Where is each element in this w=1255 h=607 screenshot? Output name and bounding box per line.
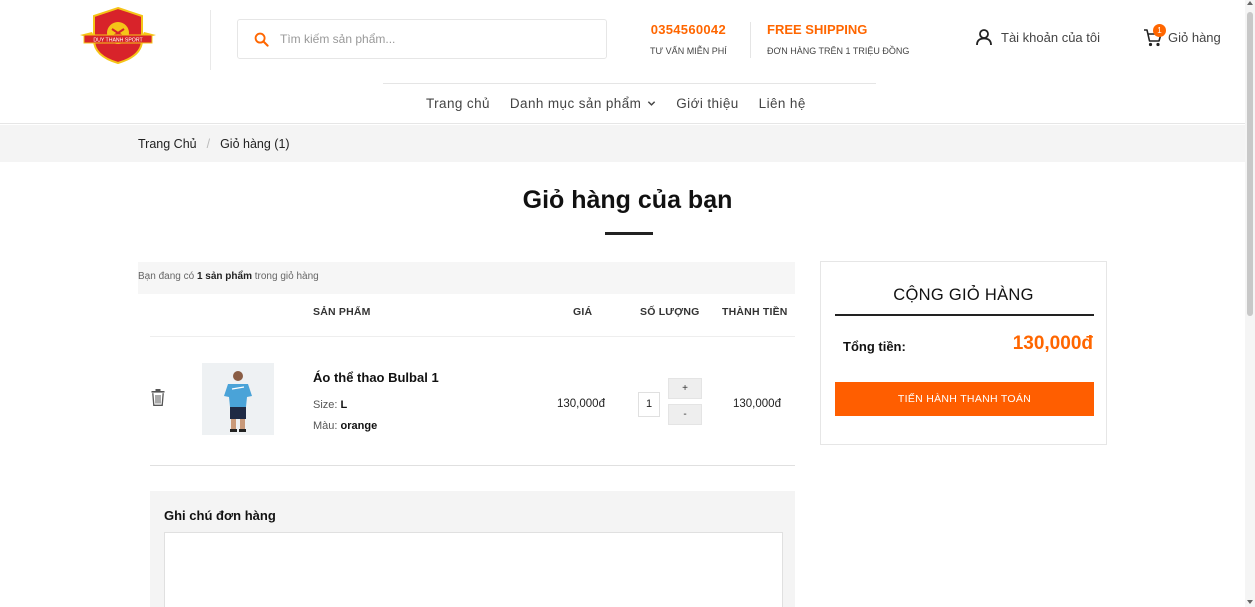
cart-label: Giỏ hàng bbox=[1168, 29, 1221, 45]
order-note-label: Ghi chú đơn hàng bbox=[164, 508, 276, 523]
breadcrumb: Trang Chủ / Giỏ hàng (1) bbox=[138, 137, 290, 151]
product-name[interactable]: Áo thể thao Bulbal 1 bbox=[313, 370, 439, 385]
product-size-value: L bbox=[340, 399, 348, 411]
summary-divider bbox=[835, 314, 1094, 316]
nav-item-label: Trang chủ bbox=[426, 96, 490, 111]
hotline: 0354560042 TƯ VẤN MIỄN PHÍ bbox=[650, 22, 727, 56]
hotline-caption: TƯ VẤN MIỄN PHÍ bbox=[650, 46, 727, 56]
column-header-price: GIÁ bbox=[573, 306, 593, 318]
svg-text:DUY THANH SPORT: DUY THANH SPORT bbox=[93, 38, 143, 44]
checkout-button[interactable]: TIẾN HÀNH THANH TOÁN bbox=[835, 382, 1094, 416]
product-price: 130,000đ bbox=[557, 398, 605, 410]
product-color: Màu: orange bbox=[313, 420, 377, 432]
site-header: DUY THANH SPORT 0354560042 TƯ VẤN MIỄN P… bbox=[0, 0, 1245, 124]
cart-count-info: Bạn đang có 1 sản phẩm trong giỏ hàng bbox=[138, 262, 795, 294]
cart-count-badge: 1 bbox=[1153, 24, 1166, 37]
order-note-textarea[interactable] bbox=[164, 532, 783, 607]
scrollbar-thumb[interactable] bbox=[1247, 12, 1253, 316]
trash-icon[interactable] bbox=[151, 389, 165, 406]
search-icon[interactable] bbox=[254, 32, 269, 47]
search-box[interactable] bbox=[237, 19, 607, 59]
free-shipping: FREE SHIPPING ĐƠN HÀNG TRÊN 1 TRIỆU ĐỒNG bbox=[767, 22, 909, 56]
quantity-decrease-button[interactable]: - bbox=[668, 404, 702, 425]
cart-info-count: 1 sản phẩm bbox=[196, 271, 252, 282]
breadcrumb-home[interactable]: Trang Chủ bbox=[138, 137, 197, 151]
nav-item-about[interactable]: Giới thiệu bbox=[676, 96, 738, 111]
scroll-up-arrow-icon[interactable] bbox=[1247, 1, 1253, 5]
site-logo[interactable]: DUY THANH SPORT bbox=[78, 6, 158, 65]
nav-item-home[interactable]: Trang chủ bbox=[426, 96, 490, 111]
nav-item-label: Danh mục sản phẩm bbox=[509, 96, 642, 111]
shipping-caption: ĐƠN HÀNG TRÊN 1 TRIỆU ĐỒNG bbox=[767, 46, 910, 56]
cart-summary: CỘNG GIỎ HÀNG Tổng tiền: 130,000đ TIẾN H… bbox=[820, 261, 1107, 445]
total-value: 130,000đ bbox=[1012, 333, 1093, 354]
hotline-number[interactable]: 0354560042 bbox=[650, 22, 727, 37]
page-title: Giỏ hàng của bạn bbox=[522, 186, 733, 214]
quantity-increase-button[interactable]: + bbox=[668, 378, 702, 399]
cart-info-prefix: Bạn đang có bbox=[138, 271, 197, 282]
user-icon bbox=[976, 29, 992, 46]
search-input[interactable] bbox=[280, 32, 580, 46]
scroll-down-arrow-icon[interactable] bbox=[1247, 600, 1253, 604]
product-color-label: Màu: bbox=[313, 420, 341, 432]
header-divider-2 bbox=[750, 22, 751, 58]
nav-item-label: Giới thiệu bbox=[676, 96, 739, 111]
chevron-down-icon bbox=[648, 101, 656, 106]
nav-item-contact[interactable]: Liên hệ bbox=[759, 96, 806, 111]
breadcrumb-separator: / bbox=[206, 137, 211, 151]
product-image[interactable] bbox=[202, 363, 274, 435]
shield-logo-icon: DUY THANH SPORT bbox=[80, 6, 156, 65]
product-size-label: Size: bbox=[313, 399, 341, 411]
nav-item-categories[interactable]: Danh mục sản phẩm bbox=[510, 96, 656, 111]
cart-link[interactable]: 1 Giỏ hàng bbox=[1143, 24, 1221, 48]
product-color-value: orange bbox=[340, 420, 378, 432]
cart-info-suffix: trong giỏ hàng bbox=[251, 271, 319, 282]
nav-item-label: Liên hệ bbox=[758, 96, 806, 111]
total-label: Tổng tiền: bbox=[843, 339, 906, 354]
table-divider bbox=[150, 465, 795, 466]
column-header-subtotal: THÀNH TIỀN bbox=[722, 306, 788, 318]
account-label: Tài khoản của tôi bbox=[1001, 29, 1101, 45]
cart-icon-wrap: 1 bbox=[1143, 24, 1166, 48]
quantity-input[interactable]: 1 bbox=[638, 392, 660, 417]
product-size: Size: L bbox=[313, 399, 347, 411]
nav-divider bbox=[383, 83, 876, 84]
main-nav: Trang chủ Danh mục sản phẩm Giới thiệu L… bbox=[426, 96, 806, 111]
product-subtotal: 130,000đ bbox=[733, 398, 781, 410]
summary-title: CỘNG GIỎ HÀNG bbox=[893, 286, 1034, 304]
page-scrollbar[interactable] bbox=[1245, 0, 1255, 607]
shipping-title: FREE SHIPPING bbox=[767, 22, 868, 37]
account-link[interactable]: Tài khoản của tôi bbox=[975, 28, 1100, 46]
column-header-quantity: SỐ LƯỢNG bbox=[640, 306, 700, 318]
header-divider bbox=[210, 10, 211, 70]
table-divider bbox=[150, 336, 795, 337]
column-header-product: SẢN PHẨM bbox=[313, 306, 371, 318]
order-note-panel: Ghi chú đơn hàng bbox=[150, 491, 795, 607]
breadcrumb-current: Giỏ hàng (1) bbox=[220, 137, 290, 151]
title-underline bbox=[605, 232, 653, 235]
